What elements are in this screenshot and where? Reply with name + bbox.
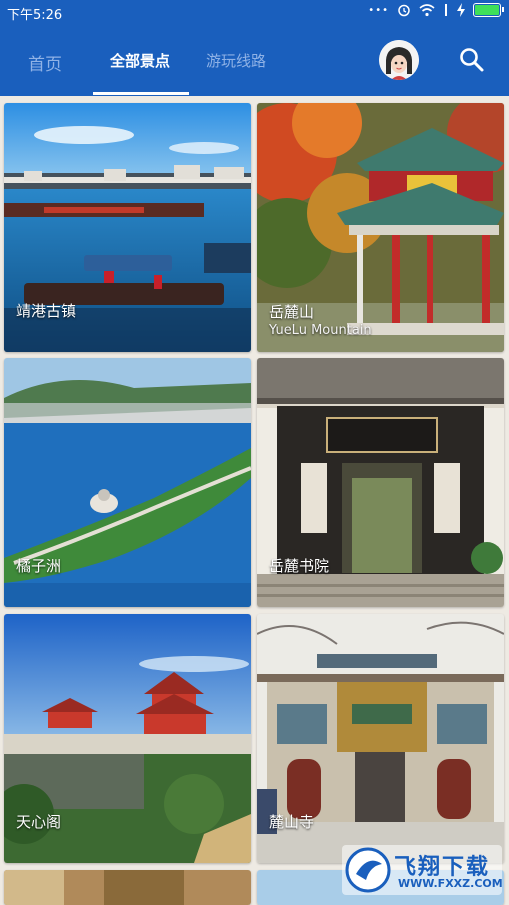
attraction-card[interactable]: 岳麓山 YueLu Mountain <box>257 103 504 352</box>
attraction-card[interactable]: 橘子洲 <box>4 358 251 607</box>
charging-icon <box>457 3 465 17</box>
active-tab-indicator <box>93 92 189 95</box>
attraction-title: 岳麓书院 <box>269 557 330 575</box>
attraction-card[interactable]: 靖港古镇 <box>4 103 251 352</box>
battery-icon <box>473 3 504 17</box>
attraction-title: 靖港古镇 <box>16 302 77 320</box>
attraction-image <box>4 870 251 905</box>
alarm-icon <box>398 4 410 17</box>
avatar[interactable] <box>379 40 419 80</box>
watermark-logo: 飞翔下载 WWW.FXXZ.COM <box>342 845 503 895</box>
attraction-card[interactable] <box>4 870 251 905</box>
attraction-title: 岳麓山 <box>269 303 315 321</box>
attraction-card[interactable]: 麓山寺 <box>257 614 504 863</box>
status-bar: 下午5:26 ••• <box>0 0 509 26</box>
more-dots-icon: ••• <box>368 4 389 16</box>
app-bar: 首页 全部景点 游玩线路 <box>0 26 509 96</box>
attraction-card[interactable]: 天心阁 <box>4 614 251 863</box>
attraction-title: 橘子洲 <box>16 557 62 575</box>
search-icon <box>460 48 484 72</box>
status-time: 下午5:26 <box>7 8 63 23</box>
tab-all-attractions[interactable]: 全部景点 <box>110 50 170 71</box>
attraction-title: 天心阁 <box>16 813 62 831</box>
watermark-icon <box>345 847 391 893</box>
attraction-subtitle: YueLu Mountain <box>269 323 372 338</box>
watermark-url: WWW.FXXZ.COM <box>398 877 503 890</box>
search-button[interactable] <box>458 46 486 74</box>
attraction-title: 麓山寺 <box>269 813 315 831</box>
signal-icon <box>445 4 447 16</box>
wifi-icon <box>419 3 435 16</box>
status-icons: ••• <box>368 3 504 17</box>
tab-home[interactable]: 首页 <box>28 50 62 75</box>
attraction-card[interactable]: 岳麓书院 <box>257 358 504 607</box>
tab-routes[interactable]: 游玩线路 <box>206 50 266 71</box>
